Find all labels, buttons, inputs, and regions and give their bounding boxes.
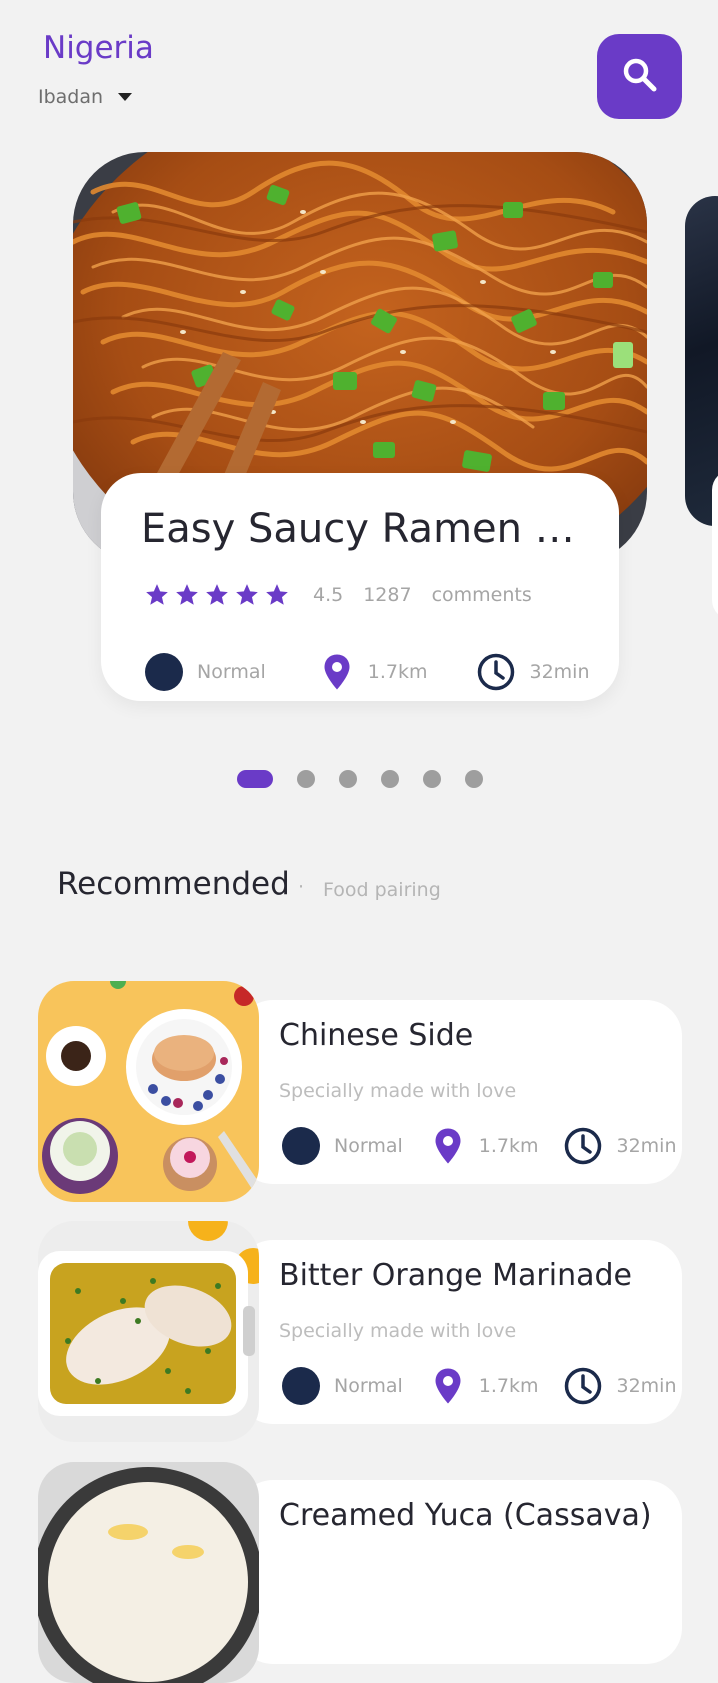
star-icon: [146, 584, 168, 605]
carousel-dot[interactable]: [297, 770, 315, 788]
difficulty-indicator: [282, 1127, 320, 1165]
star-icon: [236, 584, 258, 605]
rating-value: 4.5: [313, 584, 344, 606]
featured-meta-row: Normal 1.7km 32min: [145, 653, 590, 691]
distance-label: 1.7km: [367, 661, 428, 683]
clock-icon: [478, 653, 515, 691]
clock-icon: [565, 1127, 602, 1165]
difficulty-label: Normal: [197, 661, 266, 683]
location-pin-icon: [435, 1128, 461, 1164]
carousel-indicator: [237, 770, 483, 788]
recommended-title: Creamed Yuca (Cassava): [279, 1498, 652, 1533]
rating-row: 4.5 1287 comments: [143, 582, 532, 608]
comment-count: 1287: [363, 584, 412, 606]
section-separator: ·: [298, 876, 305, 898]
time-label: 32min: [529, 661, 590, 683]
time-label: 32min: [616, 1135, 677, 1157]
featured-title: Easy Saucy Ramen No...: [141, 506, 581, 552]
recommended-image[interactable]: [38, 1462, 259, 1683]
recommended-meta-row: Normal 1.7km 32min: [282, 1127, 677, 1165]
star-icon: [206, 584, 228, 605]
tab-food-pairing[interactable]: Food pairing: [323, 879, 441, 901]
next-featured-card-info: [712, 470, 718, 620]
comments-label[interactable]: comments: [432, 584, 532, 606]
dessert-illustration: [38, 981, 259, 1202]
difficulty-label: Normal: [334, 1135, 403, 1157]
carousel-dot[interactable]: [465, 770, 483, 788]
star-rating: [143, 582, 291, 608]
recommended-meta-row: Normal 1.7km 32min: [282, 1367, 677, 1405]
chicken-marinade-illustration: [38, 1221, 259, 1442]
creamed-yuca-illustration: [38, 1462, 259, 1683]
location-pin-icon: [324, 654, 350, 690]
difficulty-indicator: [282, 1367, 320, 1405]
search-button[interactable]: [597, 34, 682, 119]
location-pin-icon: [435, 1368, 461, 1404]
next-featured-card-preview[interactable]: [685, 196, 718, 526]
carousel-dot[interactable]: [423, 770, 441, 788]
recommended-title: Bitter Orange Marinade: [279, 1258, 632, 1293]
difficulty-indicator: [145, 653, 183, 691]
recommended-subtitle: Specially made with love: [279, 1080, 517, 1102]
caret-down-icon: [117, 88, 133, 107]
city-label: Ibadan: [38, 86, 104, 108]
section-title-recommended[interactable]: Recommended: [57, 866, 290, 902]
distance-label: 1.7km: [478, 1135, 539, 1157]
difficulty-label: Normal: [334, 1375, 403, 1397]
country-title: Nigeria: [43, 30, 154, 66]
distance-label: 1.7km: [478, 1375, 539, 1397]
search-icon: [620, 55, 660, 99]
city-selector[interactable]: Ibadan: [38, 86, 133, 108]
carousel-dot[interactable]: [381, 770, 399, 788]
recommended-image[interactable]: [38, 981, 259, 1202]
recommended-title: Chinese Side: [279, 1018, 474, 1053]
clock-icon: [565, 1367, 602, 1405]
recommended-image[interactable]: [38, 1221, 259, 1442]
recommended-subtitle: Specially made with love: [279, 1320, 517, 1342]
carousel-dot[interactable]: [339, 770, 357, 788]
carousel-dot-active[interactable]: [237, 770, 273, 788]
star-icon: [266, 584, 288, 605]
star-icon: [176, 584, 198, 605]
time-label: 32min: [616, 1375, 677, 1397]
